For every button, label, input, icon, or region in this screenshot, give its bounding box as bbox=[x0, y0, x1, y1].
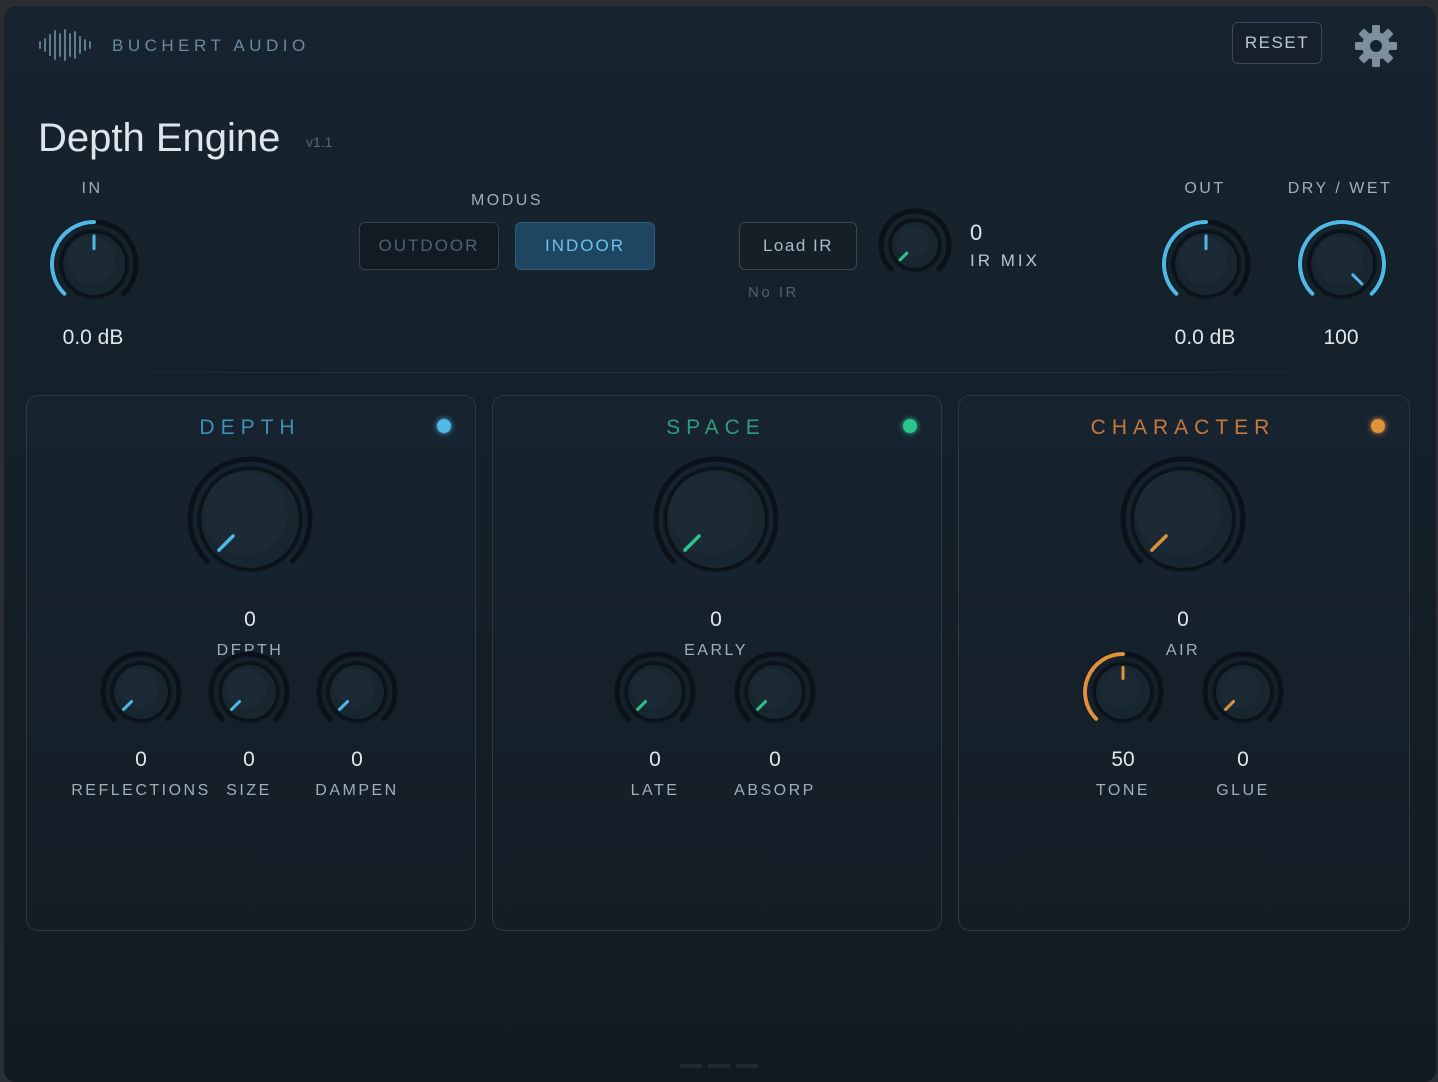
glue-label: GLUE bbox=[1216, 782, 1270, 799]
character-status-led bbox=[1371, 419, 1385, 433]
depth-status-led bbox=[437, 419, 451, 433]
modus-label: MODUS bbox=[470, 192, 544, 209]
tone-label: TONE bbox=[1095, 782, 1151, 799]
plugin-window: BUCHERT AUDIO RESET Depth Engine v1.1 IN… bbox=[4, 6, 1436, 1082]
late-value: 0 bbox=[649, 748, 661, 771]
late-label: LATE bbox=[630, 782, 680, 799]
in-label: IN bbox=[81, 180, 103, 197]
air-value: 0 bbox=[1177, 608, 1189, 631]
air-knob[interactable] bbox=[1113, 449, 1253, 589]
ir-mix-label: IR MIX bbox=[970, 251, 1040, 270]
brand-name: BUCHERT AUDIO bbox=[112, 36, 310, 55]
out-value: 0.0 dB bbox=[1174, 326, 1236, 349]
divider bbox=[64, 372, 1374, 373]
early-knob[interactable] bbox=[646, 449, 786, 589]
reset-button[interactable]: RESET bbox=[1232, 22, 1322, 64]
size-value: 0 bbox=[243, 748, 255, 771]
dry-wet-label: DRY / WET bbox=[1287, 180, 1393, 197]
ir-mix-knob[interactable] bbox=[875, 205, 955, 285]
tone-value: 50 bbox=[1111, 748, 1135, 771]
air-label: AIR bbox=[1165, 642, 1201, 659]
version-label: v1.1 bbox=[306, 134, 333, 150]
ir-status: No IR bbox=[748, 284, 799, 301]
out-knob[interactable] bbox=[1156, 214, 1256, 314]
absorp-value: 0 bbox=[769, 748, 781, 771]
space-status-led bbox=[903, 419, 917, 433]
depth-main-knob[interactable] bbox=[180, 449, 320, 589]
size-knob[interactable] bbox=[204, 647, 294, 737]
reflections-knob[interactable] bbox=[96, 647, 186, 737]
waveform-logo-icon bbox=[39, 29, 91, 61]
depth-panel-title: DEPTH bbox=[199, 416, 301, 439]
out-label: OUT bbox=[1184, 180, 1226, 197]
size-label: SIZE bbox=[226, 782, 272, 799]
resize-grip[interactable] bbox=[680, 1064, 760, 1068]
absorp-label: ABSORP bbox=[734, 782, 816, 799]
dampen-value: 0 bbox=[351, 748, 363, 771]
mode-indoor-button[interactable]: INDOOR bbox=[515, 222, 655, 270]
dry-wet-value: 100 bbox=[1323, 326, 1359, 349]
load-ir-button[interactable]: Load IR bbox=[739, 222, 857, 270]
tone-knob[interactable] bbox=[1078, 647, 1168, 737]
page-title: Depth Engine bbox=[38, 116, 281, 160]
reflections-label: REFLECTIONS bbox=[71, 782, 211, 799]
glue-value: 0 bbox=[1237, 748, 1249, 771]
early-value: 0 bbox=[710, 608, 722, 631]
dampen-knob[interactable] bbox=[312, 647, 402, 737]
mode-outdoor-button[interactable]: OUTDOOR bbox=[359, 222, 499, 270]
in-knob[interactable] bbox=[44, 214, 144, 314]
dampen-label: DAMPEN bbox=[315, 782, 399, 799]
absorp-knob[interactable] bbox=[730, 647, 820, 737]
character-panel-title: CHARACTER bbox=[1090, 416, 1276, 439]
depth-value: 0 bbox=[244, 608, 256, 631]
glue-knob[interactable] bbox=[1198, 647, 1288, 737]
in-value: 0.0 dB bbox=[62, 326, 124, 349]
space-panel-title: SPACE bbox=[666, 416, 766, 439]
late-knob[interactable] bbox=[610, 647, 700, 737]
reflections-value: 0 bbox=[135, 748, 147, 771]
dry-wet-knob[interactable] bbox=[1292, 214, 1392, 314]
gear-icon[interactable] bbox=[1354, 24, 1398, 68]
ir-mix-value: 0 bbox=[970, 220, 983, 245]
